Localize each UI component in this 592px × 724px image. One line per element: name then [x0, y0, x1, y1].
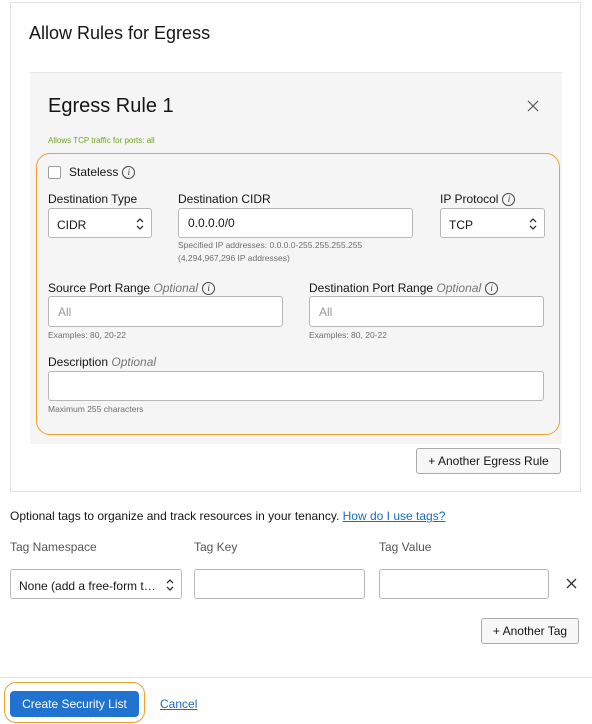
ip-protocol-select[interactable]: TCP	[440, 208, 545, 238]
destination-type-select[interactable]: CIDR	[48, 208, 152, 238]
chevron-updown-icon	[136, 218, 144, 230]
tag-key-field[interactable]	[195, 570, 364, 598]
destination-cidr-field[interactable]	[179, 209, 412, 237]
source-port-hint: Examples: 80, 20-22	[48, 330, 126, 340]
ip-protocol-label: IP Protocol i	[440, 192, 516, 207]
chevron-updown-icon	[529, 218, 537, 230]
footer-divider	[0, 677, 592, 678]
stateless-checkbox[interactable]	[48, 166, 61, 179]
rule-title: Egress Rule 1	[48, 95, 174, 117]
tag-key-header: Tag Key	[194, 540, 238, 554]
destination-port-label: Destination Port Range Optional i	[309, 281, 499, 296]
destination-port-input[interactable]	[309, 296, 544, 327]
info-icon[interactable]: i	[485, 282, 499, 296]
destination-cidr-input[interactable]	[178, 208, 413, 238]
stateless-label: Stateless i	[69, 165, 136, 180]
chevron-updown-icon	[166, 579, 174, 591]
remove-tag-icon[interactable]	[565, 577, 578, 590]
destination-type-value: CIDR	[57, 218, 87, 232]
destination-type-label: Destination Type	[48, 192, 138, 206]
ip-protocol-value: TCP	[449, 218, 473, 232]
info-icon[interactable]: i	[202, 282, 216, 296]
destination-cidr-label: Destination CIDR	[178, 192, 271, 206]
info-icon[interactable]: i	[122, 166, 136, 180]
tag-namespace-select[interactable]: None (add a free-form t…	[10, 569, 182, 599]
tag-value-header: Tag Value	[379, 540, 432, 554]
source-port-input[interactable]	[48, 296, 283, 327]
egress-rule-panel: Egress Rule 1 Allows TCP traffic for por…	[30, 72, 562, 444]
egress-rules-card: Allow Rules for Egress Egress Rule 1 All…	[10, 2, 581, 492]
destination-cidr-hint-2: (4,294,967,296 IP addresses)	[178, 253, 290, 263]
description-input[interactable]	[48, 371, 544, 401]
tag-namespace-value: None (add a free-form t…	[19, 579, 156, 593]
info-icon[interactable]: i	[502, 193, 516, 207]
section-title: Allow Rules for Egress	[29, 23, 211, 43]
description-field[interactable]	[49, 372, 543, 400]
destination-cidr-hint-1: Specified IP addresses: 0.0.0.0-255.255.…	[178, 240, 363, 250]
source-port-field[interactable]	[49, 297, 282, 326]
cancel-link[interactable]: Cancel	[160, 697, 197, 711]
rule-summary: Allows TCP traffic for ports: all	[48, 136, 155, 145]
add-tag-button[interactable]: + Another Tag	[481, 618, 579, 644]
add-egress-rule-button[interactable]: + Another Egress Rule	[416, 448, 561, 474]
create-security-list-button[interactable]: Create Security List	[10, 691, 139, 717]
tags-intro: Optional tags to organize and track reso…	[10, 509, 446, 523]
close-icon[interactable]	[526, 99, 540, 113]
destination-port-hint: Examples: 80, 20-22	[309, 330, 387, 340]
tag-value-input[interactable]	[379, 569, 549, 599]
description-label: Description Optional	[48, 355, 157, 369]
tag-namespace-header: Tag Namespace	[10, 540, 97, 554]
source-port-label: Source Port Range Optional i	[48, 281, 216, 296]
tags-help-link[interactable]: How do I use tags?	[343, 509, 446, 523]
destination-port-field[interactable]	[310, 297, 543, 326]
description-hint: Maximum 255 characters	[48, 404, 144, 414]
tag-value-field[interactable]	[380, 570, 548, 598]
tag-key-input[interactable]	[194, 569, 365, 599]
